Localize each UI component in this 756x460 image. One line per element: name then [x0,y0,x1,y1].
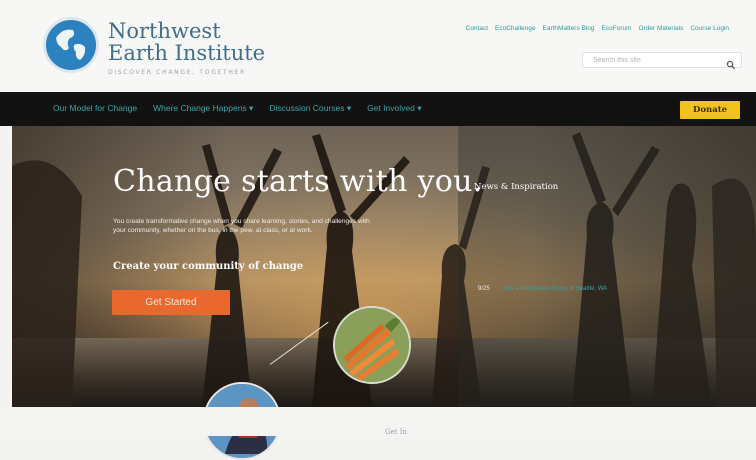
hero-subhead: Create your community of change [113,261,304,272]
news-item[interactable]: 9/25 Join a Discussion Group in Seattle,… [478,286,607,292]
main-nav-items: Our Model for Change Where Change Happen… [53,103,422,114]
utility-nav: Contact EcoChallenge EarthMatters Blog E… [466,25,729,32]
brand-name-line-1: Northwest [108,19,221,43]
caret-down-icon: ▾ [346,103,352,113]
footer-strip [0,407,756,436]
utility-link-order-materials[interactable]: Order Materials [639,25,684,32]
nav-item-label: Our Model for Change [53,103,138,113]
nav-item-discussion-courses[interactable]: Discussion Courses ▾ [269,103,351,114]
globe-logo-icon[interactable] [43,17,99,73]
site-search [582,52,742,70]
search-input[interactable] [583,53,723,67]
utility-link-ecochallenge[interactable]: EcoChallenge [495,25,535,32]
utility-link-contact[interactable]: Contact [466,25,488,32]
get-started-button[interactable]: Get Started [112,290,230,315]
section-heading: Get In [385,428,408,436]
search-icon[interactable] [726,55,736,70]
hero-title: Change starts with you. [113,164,483,199]
brand-name-line-2: Earth Institute [108,41,266,65]
news-item-link[interactable]: Join a Discussion Group in Seattle, WA [503,286,608,292]
caret-down-icon: ▾ [417,103,422,113]
utility-link-earthmatters-blog[interactable]: EarthMatters Blog [543,25,595,32]
nav-item-our-model[interactable]: Our Model for Change [53,103,137,114]
nav-item-get-involved[interactable]: Get Involved ▾ [367,103,421,114]
nav-item-label: Where Change Happens [153,103,247,113]
news-item-date: 9/25 [478,286,490,292]
nav-item-label: Discussion Courses [269,103,345,113]
news-title: News & Inspiration [474,182,559,192]
hero-body-text: You create transformative change when yo… [113,218,370,234]
carrots-photo[interactable] [333,306,411,384]
caret-down-icon: ▾ [249,103,254,113]
brand-tagline: DISCOVER CHANGE, TOGETHER [108,69,246,76]
main-navbar: Our Model for Change Where Change Happen… [0,92,756,126]
nav-item-label: Get Involved [367,103,415,113]
donate-button[interactable]: Donate [680,101,740,119]
utility-link-ecoforum[interactable]: EcoForum [602,25,632,32]
nav-item-where-change-happens[interactable]: Where Change Happens ▾ [153,103,253,114]
utility-link-course-login[interactable]: Course Login [690,25,729,32]
site-header: Northwest Earth Institute DISCOVER CHANG… [0,0,756,92]
news-panel [458,126,756,407]
brand-wordmark[interactable]: Northwest Earth Institute DISCOVER CHANG… [108,20,265,76]
